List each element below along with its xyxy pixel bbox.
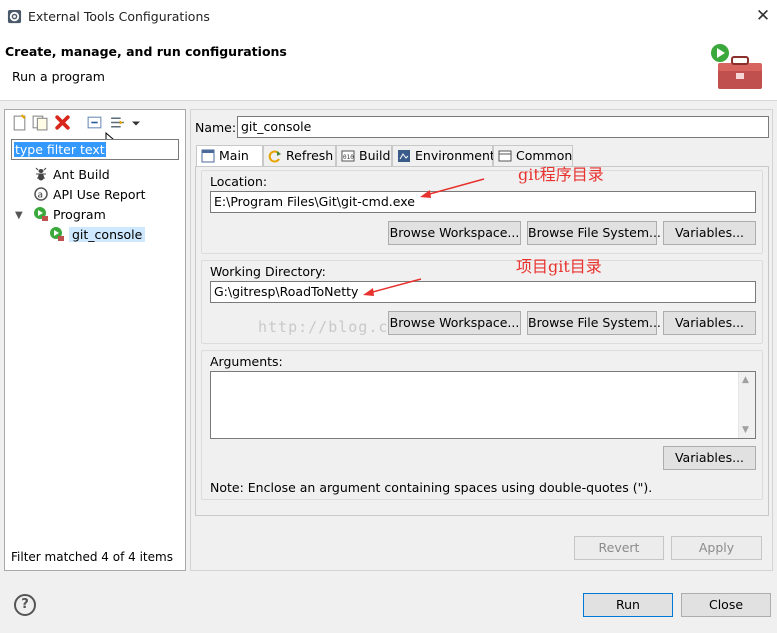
location-browse-workspace-button[interactable]: Browse Workspace... [388, 221, 521, 245]
scroll-down-icon[interactable]: ▼ [742, 425, 749, 435]
toolbox-run-icon [711, 44, 762, 89]
api-report-icon: a [34, 187, 48, 201]
help-icon[interactable]: ? [14, 594, 36, 616]
working-directory-annotation: 项目git目录 [516, 257, 602, 276]
filter-placeholder-text: type filter text [14, 142, 106, 157]
header-title: Create, manage, and run configurations [5, 44, 287, 59]
tab-label: Main [219, 148, 249, 163]
configuration-editor-panel: Name: git_console Main Refresh 010 Build… [190, 109, 773, 571]
tree-item-git-console[interactable]: git_console [49, 225, 146, 244]
filter-status-text: Filter matched 4 of 4 items [11, 550, 173, 564]
refresh-icon [268, 150, 281, 163]
environment-icon [398, 150, 410, 162]
revert-button[interactable]: Revert [574, 536, 664, 560]
program-icon [34, 207, 48, 221]
header-subtitle: Run a program [12, 69, 105, 84]
tab-main[interactable]: Main [196, 145, 263, 167]
delete-icon[interactable] [54, 114, 71, 131]
working-directory-field[interactable]: G:\gitresp\RoadToNetty [210, 281, 756, 303]
apply-button[interactable]: Apply [671, 536, 762, 560]
working-directory-annotation-arrow [363, 278, 422, 296]
tab-label: Environment [415, 148, 495, 163]
tree-item-program[interactable]: Program [33, 205, 106, 224]
common-icon [498, 150, 512, 162]
filter-icon[interactable] [109, 114, 126, 131]
name-label: Name: [195, 120, 237, 135]
arguments-label: Arguments: [210, 354, 283, 369]
configuration-list-panel: type filter text Ant Build a API Use Rep… [4, 109, 186, 571]
location-variables-button[interactable]: Variables... [663, 221, 756, 245]
arguments-group: Arguments: ▲ ▼ Variables... Note: Enclos… [201, 350, 763, 500]
scroll-up-icon[interactable]: ▲ [742, 375, 749, 385]
location-annotation-arrow [420, 178, 485, 198]
close-window-button[interactable]: ✕ [752, 5, 774, 27]
collapse-all-icon[interactable] [86, 114, 103, 131]
tab-build[interactable]: 010 Build [336, 145, 392, 166]
tab-label: Refresh [286, 148, 334, 163]
arguments-variables-button[interactable]: Variables... [663, 446, 756, 470]
tab-refresh[interactable]: Refresh [263, 145, 336, 166]
working-directory-variables-button[interactable]: Variables... [663, 311, 756, 335]
close-button[interactable]: Close [681, 593, 771, 617]
duplicate-icon[interactable] [31, 114, 48, 131]
working-directory-browse-file-system-button[interactable]: Browse File System... [527, 311, 661, 335]
location-annotation: git程序目录 [518, 165, 604, 184]
program-config-icon [50, 227, 64, 241]
tree-item-ant-build[interactable]: Ant Build [33, 165, 110, 184]
new-configuration-icon[interactable] [11, 114, 28, 131]
dropdown-arrow-icon[interactable] [131, 114, 141, 131]
tab-environment[interactable]: Environment [392, 145, 495, 166]
arguments-scrollbar[interactable]: ▲ ▼ [738, 372, 755, 438]
working-directory-browse-workspace-button[interactable]: Browse Workspace... [388, 311, 521, 335]
main-tab-content: Location: E:\Program Files\Git\git-cmd.e… [195, 165, 769, 516]
location-label: Location: [210, 174, 268, 189]
tree-item-label: git_console [69, 227, 146, 242]
tree-item-label: Program [53, 207, 106, 222]
svg-text:010: 010 [343, 154, 354, 161]
location-browse-file-system-button[interactable]: Browse File System... [527, 221, 661, 245]
tree-item-api-use-report[interactable]: a API Use Report [33, 185, 146, 204]
dialog-header: Create, manage, and run configurations R… [0, 33, 777, 101]
build-icon: 010 [341, 150, 355, 162]
blog-watermark: http://blog.c [258, 318, 389, 336]
name-field[interactable]: git_console [237, 116, 769, 138]
chevron-down-icon[interactable]: ▼ [15, 210, 23, 221]
ant-icon [35, 167, 47, 181]
window-title: External Tools Configurations [28, 9, 210, 24]
title-bar: External Tools Configurations ✕ [0, 0, 777, 33]
tree-item-label: API Use Report [53, 187, 146, 202]
tools-gear-icon [7, 9, 22, 24]
arguments-note: Note: Enclose an argument containing spa… [210, 480, 653, 495]
filter-input[interactable]: type filter text [11, 139, 179, 160]
run-button[interactable]: Run [583, 593, 673, 617]
working-directory-label: Working Directory: [210, 264, 326, 279]
arguments-textarea[interactable]: ▲ ▼ [210, 371, 756, 439]
tab-label: Build [359, 148, 391, 163]
tree-item-label: Ant Build [53, 167, 110, 182]
main-tab-icon [201, 149, 215, 163]
svg-text:a: a [38, 191, 44, 201]
